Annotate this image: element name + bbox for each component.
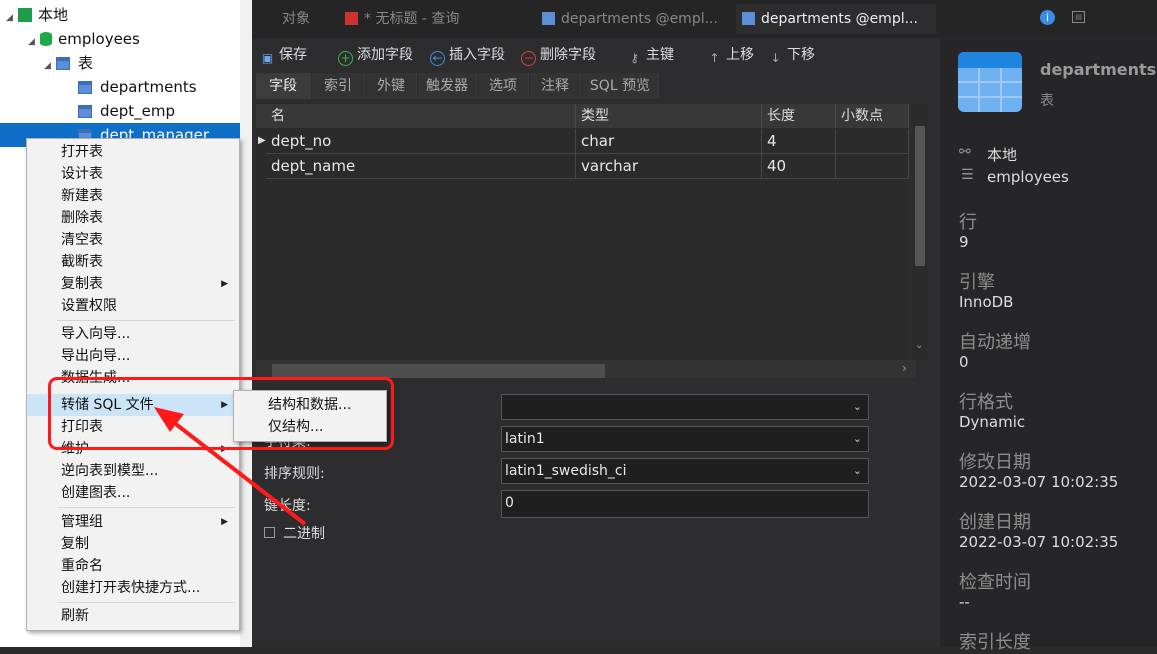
arrow-annotation-icon [154, 407, 307, 526]
